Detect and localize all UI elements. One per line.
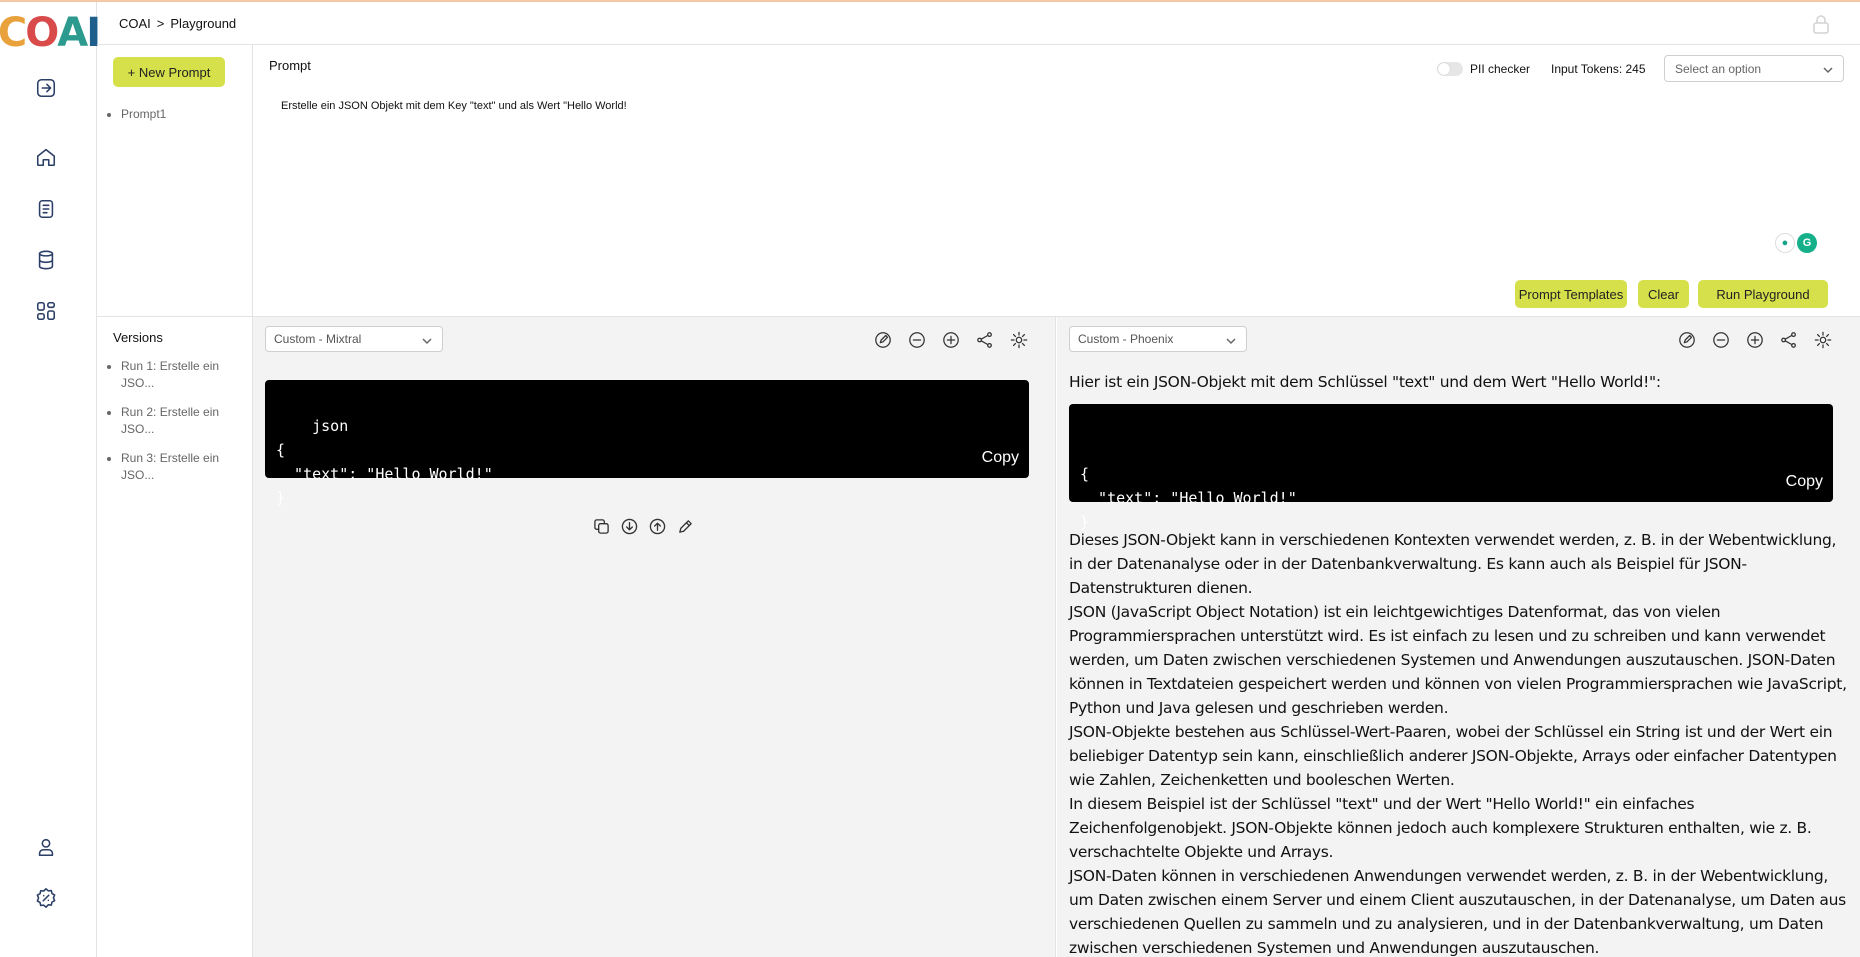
gear-icon[interactable] <box>1813 330 1833 350</box>
versions-title: Versions <box>113 330 163 345</box>
prompt-title: Prompt <box>269 58 311 73</box>
settings-badge-icon[interactable] <box>34 886 58 910</box>
grammarly-icon[interactable]: G <box>1797 233 1817 253</box>
document-icon[interactable] <box>34 197 58 221</box>
logo-letter: A <box>57 10 88 56</box>
breadcrumb-separator: > <box>156 15 165 31</box>
share-icon[interactable] <box>1779 330 1799 350</box>
minus-circle-icon[interactable] <box>1711 330 1731 350</box>
output-panel-right: Custom - Phoenix Hier ist ein JSON-Objek… <box>1057 317 1860 957</box>
code-block-right: { "text": "Hello World!" } Copy <box>1069 404 1833 531</box>
version-item[interactable]: Run 2: Erstelle ein JSO... <box>121 404 239 438</box>
model-select-right[interactable]: Custom - Phoenix <box>1069 326 1247 352</box>
code-content: json { "text": "Hello World!" } <box>276 417 493 507</box>
logo-letter: O <box>25 10 59 56</box>
versions-panel: Versions Run 1: Erstelle ein JSO... Run … <box>97 317 253 957</box>
version-item[interactable]: Run 3: Erstelle ein JSO... <box>121 450 239 484</box>
plus-circle-icon[interactable] <box>941 330 961 350</box>
breadcrumb-root[interactable]: COAI <box>119 16 151 31</box>
response-body: Dieses JSON-Objekt kann in verschiedenen… <box>1069 528 1849 957</box>
clear-button[interactable]: Clear <box>1638 280 1689 308</box>
plus-circle-icon[interactable] <box>1745 330 1765 350</box>
pii-checker: PII checker <box>1437 62 1530 76</box>
lightbulb-icon[interactable]: ● <box>1775 233 1795 253</box>
top-header: COAI > Playground <box>97 2 1860 45</box>
prompt-list: Prompt1 <box>121 107 166 121</box>
logo-letter: C <box>0 10 27 56</box>
edit-icon[interactable] <box>1677 330 1697 350</box>
model-select-value: Custom - Mixtral <box>274 332 362 346</box>
logout-icon[interactable] <box>34 76 58 100</box>
response-paragraph: Dieses JSON-Objekt kann in verschiedenen… <box>1069 531 1837 597</box>
response-paragraph: JSON-Objekte bestehen aus Schlüssel-Wert… <box>1069 723 1837 789</box>
output-panel-left: Custom - Mixtral json { "text": "Hello W… <box>253 317 1056 957</box>
share-icon[interactable] <box>975 330 995 350</box>
option-select-value: Select an option <box>1675 61 1762 76</box>
breadcrumb: COAI > Playground <box>119 16 236 31</box>
code-block-left: json { "text": "Hello World!" } Copy <box>265 380 1029 507</box>
copy-button[interactable]: Copy <box>1786 470 1823 494</box>
run-playground-button[interactable]: Run Playground <box>1698 280 1828 308</box>
gear-icon[interactable] <box>1009 330 1029 350</box>
prompt-list-item[interactable]: Prompt1 <box>121 107 166 121</box>
copy-icon[interactable] <box>593 518 612 537</box>
copy-button[interactable]: Copy <box>982 446 1019 470</box>
chevron-down-icon <box>1823 64 1833 74</box>
versions-list: Run 1: Erstelle ein JSO... Run 2: Erstel… <box>121 358 239 496</box>
response-intro: Hier ist ein JSON-Objekt mit dem Schlüss… <box>1069 373 1661 391</box>
user-icon[interactable] <box>34 835 58 859</box>
prompt-input[interactable]: Erstelle ein JSON Objekt mit dem Key "te… <box>281 100 627 112</box>
coai-logo[interactable]: C O A I <box>0 10 101 56</box>
model-select-value: Custom - Phoenix <box>1078 332 1174 346</box>
code-content: { "text": "Hello World!" } <box>1080 465 1297 531</box>
version-item[interactable]: Run 1: Erstelle ein JSO... <box>121 358 239 392</box>
minus-circle-icon[interactable] <box>907 330 927 350</box>
input-tokens-count: Input Tokens: 245 <box>1551 62 1646 76</box>
home-icon[interactable] <box>34 145 58 169</box>
option-select[interactable]: Select an option <box>1664 55 1844 82</box>
new-prompt-button[interactable]: + New Prompt <box>113 57 225 87</box>
response-actions <box>593 518 696 537</box>
response-paragraph: JSON-Daten können in verschiedenen Anwen… <box>1069 867 1846 957</box>
database-icon[interactable] <box>34 248 58 272</box>
prompts-panel: + New Prompt Prompt1 <box>97 45 253 317</box>
breadcrumb-current: Playground <box>170 15 237 31</box>
prompt-templates-button[interactable]: Prompt Templates <box>1515 280 1627 308</box>
model-select-left[interactable]: Custom - Mixtral <box>265 326 443 352</box>
lock-icon[interactable] <box>1812 14 1830 34</box>
response-paragraph: JSON (JavaScript Object Notation) ist ei… <box>1069 603 1847 717</box>
dashboard-icon[interactable] <box>34 299 58 323</box>
chevron-down-icon <box>422 335 432 345</box>
prompt-editor: Prompt PII checker Input Tokens: 245 Sel… <box>253 45 1860 317</box>
thumbs-down-icon[interactable] <box>621 518 640 537</box>
pii-label: PII checker <box>1470 62 1531 76</box>
chevron-down-icon <box>1226 335 1236 345</box>
edit-icon[interactable] <box>873 330 893 350</box>
pencil-icon[interactable] <box>677 518 696 537</box>
response-paragraph: In diesem Beispiel ist der Schlüssel "te… <box>1069 795 1812 861</box>
grammar-assistant: ● G <box>1775 233 1817 253</box>
output-toolbar <box>873 330 1029 350</box>
thumbs-up-icon[interactable] <box>649 518 668 537</box>
pii-toggle[interactable] <box>1437 62 1463 76</box>
output-toolbar <box>1677 330 1833 350</box>
sidebar-rail: C O A I <box>0 2 101 957</box>
